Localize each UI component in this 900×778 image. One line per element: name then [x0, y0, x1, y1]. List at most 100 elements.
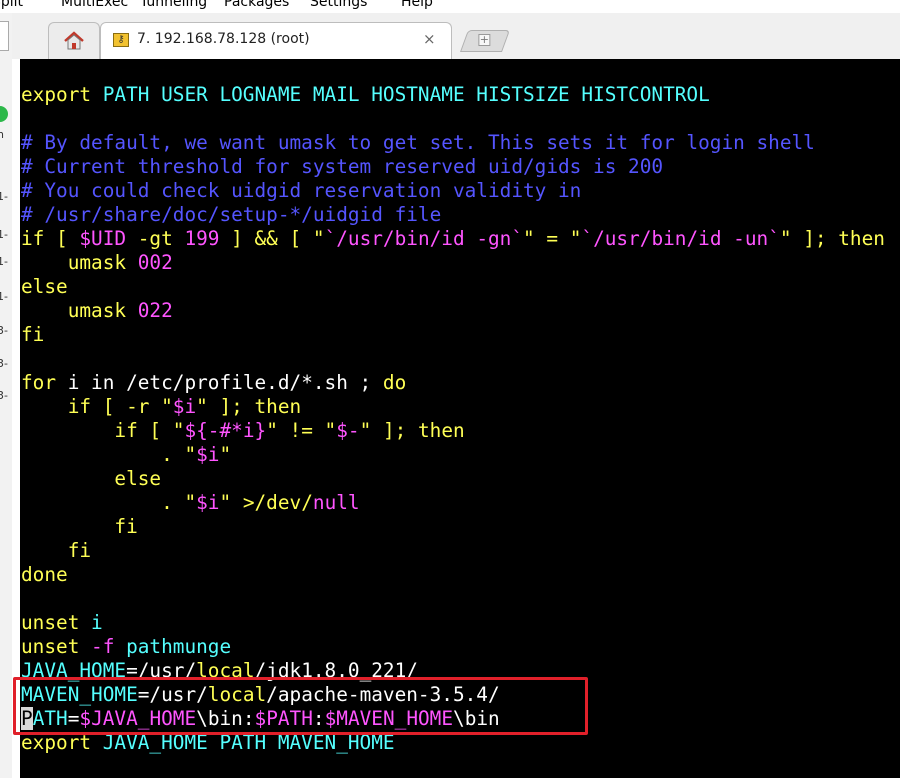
tab-title: 7. 192.168.78.128 (root) [137, 31, 310, 47]
sidebar-item-fragment: 3- [0, 389, 8, 402]
sidebar-item-fragment: n [0, 128, 4, 141]
terminal-token: else [21, 467, 162, 490]
terminal-token: i [79, 611, 103, 634]
terminal-token: ] && [ " [219, 227, 325, 250]
terminal-token: # Current threshold for system reserved … [21, 155, 664, 178]
terminal-line: fi [21, 539, 885, 563]
terminal-token: $UID [79, 227, 127, 250]
plus-icon: + [478, 33, 491, 46]
terminal-token: unset [21, 611, 80, 634]
terminal-token: umask [21, 251, 138, 274]
terminal-line: else [21, 275, 885, 299]
terminal-token: -gt [126, 227, 185, 250]
terminal-token: " [219, 443, 232, 466]
terminal-line: export PATH USER LOGNAME MAIL HOSTNAME H… [21, 83, 885, 107]
new-tab-button[interactable]: + [459, 30, 511, 52]
terminal-token: # By default, we want umask to get set. … [21, 131, 815, 154]
terminal-token: $i [196, 491, 220, 514]
terminal-token: unset [21, 635, 80, 658]
terminal-token: " ]; then [196, 395, 302, 418]
terminal-line: umask 022 [21, 299, 885, 323]
terminal-line: unset i [21, 611, 885, 635]
terminal-token: do [382, 371, 407, 394]
close-icon[interactable]: × [423, 30, 436, 48]
sidebar-item-fragment: 1- [0, 190, 8, 203]
terminal-token: " >/dev/ [219, 491, 313, 514]
terminal-token: -f [79, 635, 127, 658]
terminal-token: # You could check uidgid reservation val… [21, 179, 582, 202]
status-ok-icon [0, 106, 8, 122]
terminal[interactable]: export PATH USER LOGNAME MAIL HOSTNAME H… [20, 59, 900, 778]
terminal-line: for i in /etc/profile.d/*.sh ; do [21, 371, 885, 395]
sidebar-item-fragment: 1- [0, 228, 8, 241]
terminal-token: " ]; then [779, 227, 885, 250]
menu-item-split[interactable]: Split [0, 0, 23, 10]
terminal-token: fi [21, 323, 45, 346]
menu-item-settings[interactable]: Settings [310, 0, 367, 10]
terminal-token: done [21, 563, 68, 586]
menu-item-multiexec[interactable]: MultiExec [61, 0, 128, 10]
tab-session[interactable]: ⚷ 7. 192.168.78.128 (root) × [100, 22, 452, 59]
left-sidebar: n 1- 1- 1- 1- 3- 3- 3- [0, 13, 12, 778]
menu-item-tunneling[interactable]: Tunneling [140, 0, 207, 10]
terminal-token: `/usr/bin/id -gn` [324, 227, 524, 250]
terminal-token: null [312, 491, 360, 514]
tab-home[interactable] [48, 22, 100, 59]
terminal-token: . " [21, 443, 197, 466]
terminal-line: if [ "${-#*i}" != "$-" ]; then [21, 419, 885, 443]
terminal-token: fi [21, 515, 138, 538]
tab-strip: ⚷ 7. 192.168.78.128 (root) × + [12, 13, 900, 59]
key-icon: ⚷ [113, 33, 129, 47]
terminal-line: . "$i" [21, 443, 885, 467]
terminal-token: 002 [137, 251, 173, 274]
sidebar-input-box[interactable] [0, 21, 9, 51]
terminal-token: $i [196, 443, 220, 466]
terminal-line: unset -f pathmunge [21, 635, 885, 659]
menu-bar: Split MultiExec Tunneling Packages Settings H… [0, 0, 900, 13]
terminal-token: export [21, 83, 92, 106]
terminal-line: if [ -r "$i" ]; then [21, 395, 885, 419]
terminal-token: if [ -r " [21, 395, 173, 418]
highlight-annotation [13, 677, 588, 735]
terminal-line: # /usr/share/doc/setup-*/uidgid file [21, 203, 885, 227]
terminal-line: # Current threshold for system reserved … [21, 155, 885, 179]
terminal-line: if [ $UID -gt 199 ] && [ "`/usr/bin/id -… [21, 227, 885, 251]
menu-item-help[interactable]: Help [401, 0, 433, 10]
terminal-line: . "$i" >/dev/null [21, 491, 885, 515]
sidebar-item-fragment: 1- [0, 290, 8, 303]
terminal-token: else [21, 275, 68, 298]
terminal-line: fi [21, 515, 885, 539]
terminal-token: ${-#*i} [184, 419, 267, 442]
terminal-token: for [21, 371, 57, 394]
terminal-token: $- [336, 419, 360, 442]
terminal-line: fi [21, 323, 885, 347]
terminal-token: " = " [523, 227, 582, 250]
terminal-token: " != " [266, 419, 337, 442]
sidebar-item-fragment: 1- [0, 255, 8, 268]
terminal-token: fi [21, 539, 92, 562]
terminal-token: 199 [184, 227, 220, 250]
terminal-token: `/usr/bin/id -un` [581, 227, 780, 250]
terminal-line: done [21, 563, 885, 587]
terminal-token: $i [172, 395, 197, 418]
terminal-line: # By default, we want umask to get set. … [21, 131, 885, 155]
terminal-line: umask 002 [21, 251, 885, 275]
terminal-token: PATH USER LOGNAME MAIL HOSTNAME HISTSIZE… [91, 83, 710, 106]
terminal-token: . " [21, 491, 197, 514]
sidebar-item-fragment: 3- [0, 357, 8, 370]
terminal-line: # You could check uidgid reservation val… [21, 179, 885, 203]
terminal-token: i in /etc/profile.d/*.sh ; [56, 371, 383, 394]
terminal-token: if [ [21, 227, 80, 250]
home-icon [64, 31, 84, 50]
terminal-token: pathmunge [126, 635, 232, 658]
menu-item-packages[interactable]: Packages [224, 0, 289, 10]
terminal-line: else [21, 467, 885, 491]
terminal-token: if [ " [21, 419, 185, 442]
terminal-token: 022 [137, 299, 173, 322]
terminal-token: " ]; then [359, 419, 465, 442]
sidebar-item-fragment: 3- [0, 324, 8, 337]
terminal-text: export PATH USER LOGNAME MAIL HOSTNAME H… [21, 83, 885, 755]
